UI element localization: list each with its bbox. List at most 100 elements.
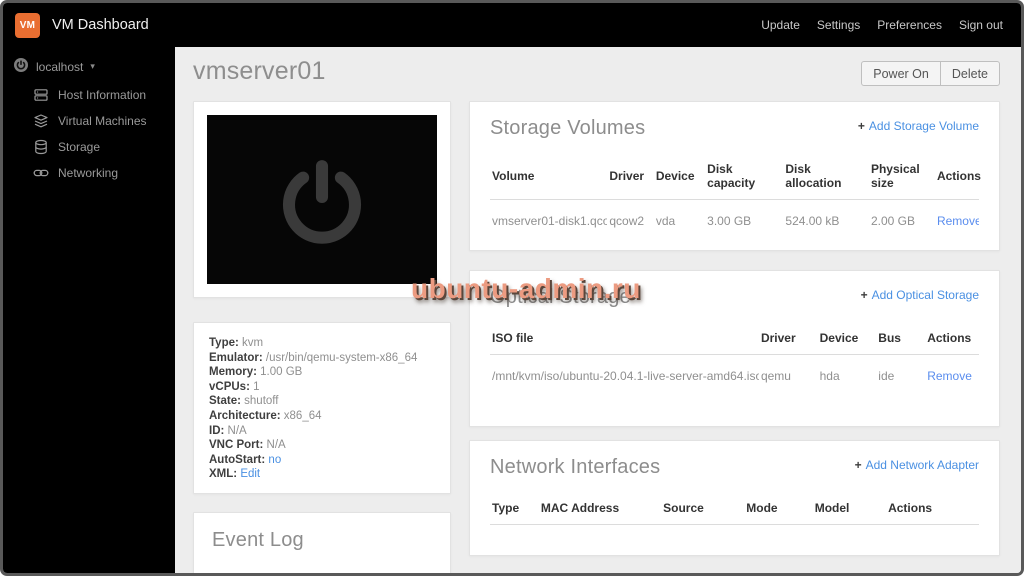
col-disk-allocation: Disk allocation <box>783 156 869 200</box>
info-label: Memory: <box>209 366 257 379</box>
vm-info-memory: Memory: 1.00 GB <box>209 365 435 380</box>
info-label: VNC Port: <box>209 439 264 452</box>
vm-action-buttons: Power On Delete <box>861 61 1000 86</box>
console-screen[interactable] <box>207 115 437 284</box>
power-on-button[interactable]: Power On <box>861 61 941 86</box>
sidebar-item-networking[interactable]: Networking <box>3 160 175 186</box>
network-interfaces-title: Network Interfaces <box>490 456 661 478</box>
remove-volume-link[interactable]: Remove <box>937 214 979 228</box>
vm-info-architecture: Architecture: x86_64 <box>209 409 435 424</box>
host-globe-icon <box>13 57 29 76</box>
sidebar-item-virtual-machines[interactable]: Virtual Machines <box>3 108 175 134</box>
brand: VM VM Dashboard <box>3 12 149 38</box>
col-physical-size: Physical size <box>868 156 935 200</box>
cell-driver: qemu <box>760 369 791 383</box>
info-label: Emulator: <box>209 351 263 364</box>
col-model: Model <box>812 495 887 525</box>
col-actions: Actions <box>934 156 981 200</box>
network-interfaces-table: Type MAC Address Source Mode Model Actio… <box>490 495 979 525</box>
col-type: Type <box>490 495 539 525</box>
col-mac-address: MAC Address <box>538 495 662 525</box>
col-actions: Actions <box>925 325 979 355</box>
storage-volumes-table: Volume Driver Device Disk capacity Disk … <box>490 156 981 242</box>
sidebar-host-selector[interactable]: localhost ▾ <box>3 47 175 82</box>
sidebar-item-label: Storage <box>58 140 101 154</box>
table-row: /mnt/kvm/iso/ubuntu-20.04.1-live-server-… <box>490 355 979 398</box>
cell-iso-file: /mnt/kvm/iso/ubuntu-20.04.1-live-server-… <box>492 369 759 383</box>
col-driver: Driver <box>607 156 654 200</box>
topnav-signout-link[interactable]: Sign out <box>959 18 1003 32</box>
cell-disk-capacity: 3.00 GB <box>707 214 752 228</box>
sidebar-item-host-information[interactable]: Host Information <box>3 82 175 108</box>
optical-storage-title: Optical Storage <box>490 286 631 308</box>
autostart-toggle-link[interactable]: no <box>268 454 281 466</box>
col-actions: Actions <box>886 495 979 525</box>
info-value: N/A <box>266 439 286 452</box>
info-label: Architecture: <box>209 409 281 422</box>
vm-info-state: State: shutoff <box>209 394 435 409</box>
optical-storage-table: ISO file Driver Device Bus Actions /mnt/… <box>490 325 979 397</box>
top-bar: VM VM Dashboard Update Settings Preferen… <box>3 3 1021 47</box>
col-device: Device <box>653 156 706 200</box>
sidebar-item-label: Virtual Machines <box>58 114 147 128</box>
info-value: shutoff <box>244 395 279 408</box>
left-column: Type: kvm Emulator: /usr/bin/qemu-system… <box>193 101 451 573</box>
info-value: 1 <box>253 380 260 393</box>
info-label: XML: <box>209 468 238 481</box>
info-label: AutoStart: <box>209 453 266 466</box>
plus-icon: + <box>857 119 865 133</box>
event-log-title: Event Log <box>212 529 304 551</box>
add-storage-volume-label: Add Storage Volume <box>868 119 979 133</box>
vm-info-xml: XML: Edit <box>209 467 435 482</box>
xml-edit-link[interactable]: Edit <box>240 468 260 480</box>
col-iso-file: ISO file <box>490 325 759 355</box>
col-source: Source <box>661 495 745 525</box>
vm-info-id: ID: N/A <box>209 424 435 439</box>
vm-info-type: Type: kvm <box>209 336 435 351</box>
optical-storage-card: Optical Storage + Add Optical Storage ISO… <box>469 270 1000 427</box>
link-icon <box>33 165 49 181</box>
sidebar: localhost ▾ Host Information Virtual Mac… <box>3 47 175 573</box>
vm-info-vcpus: vCPUs: 1 <box>209 380 435 395</box>
info-label: Type: <box>209 337 239 349</box>
top-nav: Update Settings Preferences Sign out <box>761 18 1021 32</box>
cell-bus: ide <box>878 369 895 383</box>
remove-optical-link[interactable]: Remove <box>927 369 972 383</box>
cell-disk-allocation: 524.00 kB <box>785 214 840 228</box>
right-column: Storage Volumes + Add Storage Volume Volu… <box>469 101 1000 556</box>
vm-info-vnc-port: VNC Port: N/A <box>209 438 435 453</box>
event-log-card: Event Log <box>193 512 451 573</box>
col-mode: Mode <box>744 495 813 525</box>
sidebar-item-label: Host Information <box>58 88 147 102</box>
topnav-settings-link[interactable]: Settings <box>817 18 860 32</box>
add-optical-storage-label: Add Optical Storage <box>871 288 979 302</box>
add-network-adapter-label: Add Network Adapter <box>865 458 979 472</box>
info-value: x86_64 <box>283 409 322 422</box>
power-icon <box>267 142 377 257</box>
sidebar-item-label: Networking <box>58 166 119 180</box>
topnav-update-link[interactable]: Update <box>761 18 800 32</box>
table-header-row: Type MAC Address Source Mode Model Actio… <box>490 495 979 525</box>
optical-storage-head: Optical Storage + Add Optical Storage <box>490 286 979 309</box>
info-label: vCPUs: <box>209 380 250 393</box>
col-driver: Driver <box>758 325 818 355</box>
storage-volumes-head: Storage Volumes + Add Storage Volume <box>490 117 979 140</box>
table-header-row: ISO file Driver Device Bus Actions <box>490 325 979 355</box>
cell-physical-size: 2.00 GB <box>870 214 915 228</box>
add-optical-storage-link[interactable]: + Add Optical Storage <box>861 288 979 302</box>
database-icon <box>33 139 49 155</box>
app-window: VM VM Dashboard Update Settings Preferen… <box>0 0 1024 576</box>
storage-volumes-card: Storage Volumes + Add Storage Volume Volu… <box>469 101 1000 251</box>
sidebar-item-storage[interactable]: Storage <box>3 134 175 160</box>
topnav-preferences-link[interactable]: Preferences <box>877 18 942 32</box>
console-preview-card <box>193 101 451 298</box>
info-value: kvm <box>242 337 264 349</box>
add-network-adapter-link[interactable]: + Add Network Adapter <box>855 458 979 472</box>
col-bus: Bus <box>876 325 926 355</box>
info-value: 1.00 GB <box>260 366 303 379</box>
delete-button[interactable]: Delete <box>939 61 1000 86</box>
info-value: N/A <box>227 424 247 437</box>
add-storage-volume-link[interactable]: + Add Storage Volume <box>858 119 979 133</box>
vm-info-card: Type: kvm Emulator: /usr/bin/qemu-system… <box>193 322 451 494</box>
table-header-row: Volume Driver Device Disk capacity Disk … <box>490 156 981 200</box>
